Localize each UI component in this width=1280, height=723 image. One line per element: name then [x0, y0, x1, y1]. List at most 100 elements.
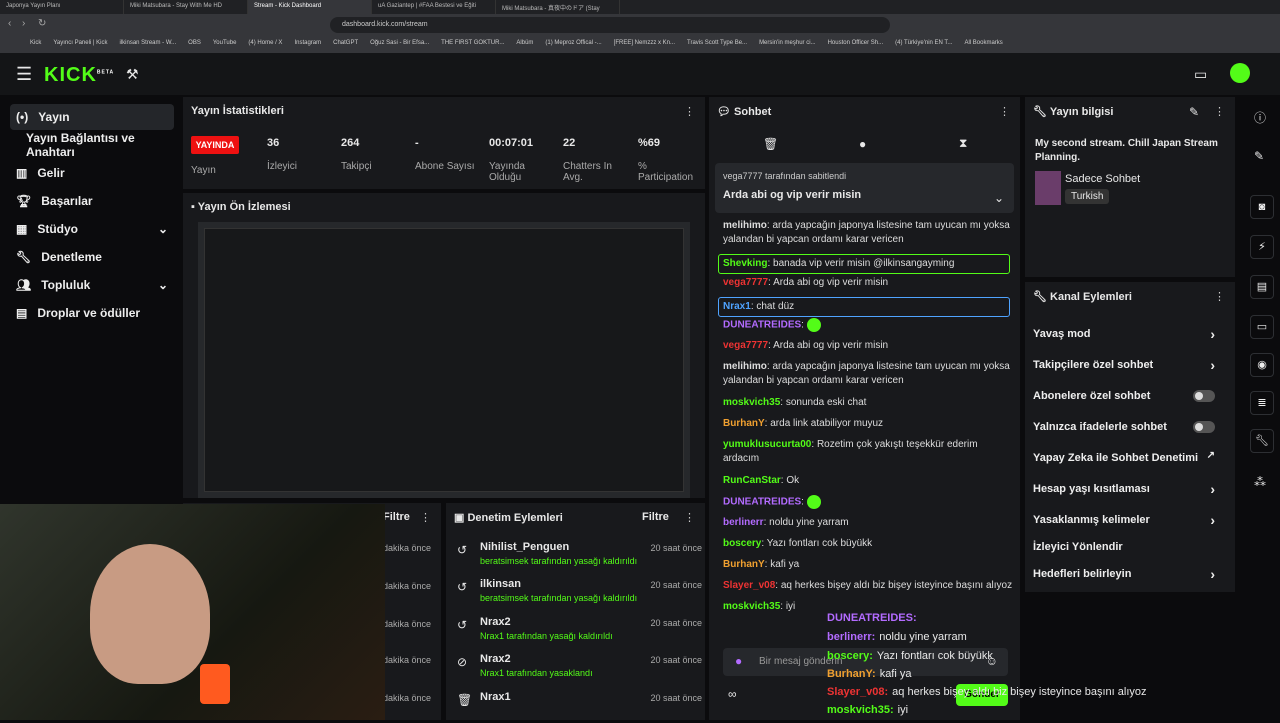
- chat-username[interactable]: BurhanY: [723, 418, 765, 429]
- bookmark[interactable]: Houston Officer Sh...: [828, 40, 884, 49]
- chat-message[interactable]: BurhanY: kafi ya: [723, 558, 1013, 572]
- pinned-message[interactable]: vega7777 tarafından sabitlendi Arda abi …: [715, 163, 1014, 213]
- action-followers-only[interactable]: Takipçilere özel sohbet ›: [1033, 357, 1215, 373]
- forward-icon[interactable]: ›: [22, 18, 25, 29]
- mod-row[interactable]: ↺ Nrax2 Nrax1 tarafından yasağı kaldırıldı…: [452, 612, 702, 648]
- dots-icon[interactable]: ⁂: [1254, 475, 1266, 489]
- chat-username[interactable]: moskvich35: [723, 601, 780, 612]
- chat-message[interactable]: Shevking: banada vip verir misin @ilkins…: [718, 254, 1010, 274]
- action-account-age[interactable]: Hesap yaşı kısıtlaması ›: [1033, 481, 1215, 497]
- bookmark[interactable]: Oğuz Sasi - Bir Efsa...: [370, 40, 429, 49]
- chat-username[interactable]: BurhanY: [723, 559, 765, 570]
- nav-yayin[interactable]: (•) Yayın: [10, 104, 174, 130]
- avatar[interactable]: [1230, 63, 1250, 83]
- more-icon[interactable]: ⋮: [1214, 290, 1225, 303]
- trash-icon[interactable]: 🗑︎: [763, 137, 778, 151]
- wrench-icon[interactable]: 🔧︎: [1250, 429, 1274, 453]
- bookmark[interactable]: ChatGPT: [333, 40, 358, 49]
- chat-message[interactable]: yumuklusucurta00: Rozetim çok yakıştı te…: [723, 438, 1013, 466]
- toggle-switch[interactable]: [1193, 421, 1215, 433]
- filter-button[interactable]: Filtre: [642, 511, 669, 523]
- pencil-icon[interactable]: ✎: [1254, 149, 1264, 163]
- chat-message[interactable]: vega7777: Arda abi og vip verir misin: [723, 276, 1013, 290]
- mod-row[interactable]: ↺ Nihilist_Penguen beratsimsek tarafından …: [452, 537, 702, 573]
- browser-tab[interactable]: uA Gaziantep | #FAA Bestesi ve Eğiti: [372, 0, 496, 14]
- nav-basarilar[interactable]: 🏆︎ Başarılar: [10, 188, 174, 214]
- chat-username[interactable]: Nrax1: [723, 301, 751, 312]
- chat-message[interactable]: RunCanStar: Ok: [723, 474, 1013, 488]
- browser-tab[interactable]: Miki Matsubara - 真夜中のドア (Stay: [496, 0, 620, 14]
- chevron-down-icon[interactable]: ⌄: [994, 191, 1004, 205]
- mod-row[interactable]: ⊘ Nrax2 Nrax1 tarafından yasaklandı 20 saat…: [452, 649, 702, 685]
- chat-username[interactable]: Shevking: [723, 258, 767, 269]
- browser-tab[interactable]: Miki Matsubara - Stay With Me HD: [124, 0, 248, 14]
- broadcast-icon[interactable]: ◉: [1250, 353, 1274, 377]
- filter-label[interactable]: Filtre: [383, 511, 410, 523]
- bookmark[interactable]: ilkinsan Stream - W...: [119, 40, 176, 49]
- action-banned-words[interactable]: Yasaklanmış kelimeler ›: [1033, 512, 1215, 528]
- chat-message[interactable]: DUNEATREIDES:: [723, 318, 1013, 333]
- chat-username[interactable]: yumuklusucurta00: [723, 439, 811, 450]
- camera-icon[interactable]: ◙: [1250, 195, 1274, 219]
- chat-username[interactable]: Slayer_v08: [723, 580, 775, 591]
- edit-icon[interactable]: ✎: [1189, 105, 1199, 119]
- category-name[interactable]: Sadece Sohbet: [1065, 173, 1140, 185]
- chat-username[interactable]: melihimo: [723, 220, 767, 231]
- more-icon[interactable]: ⋮: [999, 105, 1010, 118]
- document-icon[interactable]: ▤: [1250, 275, 1274, 299]
- hammer-icon[interactable]: ⚒: [126, 66, 139, 83]
- bookmark[interactable]: Kick: [30, 40, 41, 49]
- chat-username[interactable]: vega7777: [723, 277, 768, 288]
- bookmark[interactable]: Albüm: [516, 40, 533, 49]
- bookmark[interactable]: Yayıncı Paneli | Kick: [53, 40, 107, 49]
- action-raid[interactable]: İzleyici Yönlendir: [1033, 541, 1215, 553]
- inbox-icon[interactable]: ▭: [1194, 66, 1207, 83]
- more-icon[interactable]: ⋮: [1214, 105, 1225, 118]
- nav-gelir[interactable]: ▥ Gelir: [10, 160, 174, 186]
- lightning-icon[interactable]: ⚡︎: [1250, 235, 1274, 259]
- action-ai-moderation[interactable]: Yapay Zeka ile Sohbet Denetimi ↗: [1033, 450, 1215, 464]
- chat-message[interactable]: berlinerr: noldu yine yarram: [723, 516, 1013, 530]
- mod-row[interactable]: ↺ ilkinsan beratsimsek tarafından yasağı k…: [452, 574, 702, 610]
- bookmark[interactable]: (1) Meproz Offical -...: [545, 40, 601, 49]
- back-icon[interactable]: ‹: [8, 18, 11, 29]
- chat-message[interactable]: melihimo: arda yapcağın japonya listesin…: [723, 219, 1013, 247]
- chat-icon[interactable]: ▭: [1250, 315, 1274, 339]
- hourglass-icon[interactable]: ⧗: [959, 136, 967, 151]
- action-slow-mode[interactable]: Yavaş mod ›: [1033, 326, 1215, 342]
- bookmark[interactable]: (4) Home / X: [248, 40, 282, 49]
- reload-icon[interactable]: ↻: [38, 18, 46, 29]
- chat-username[interactable]: boscery: [723, 538, 761, 549]
- chat-username[interactable]: RunCanStar: [723, 475, 781, 486]
- browser-tab[interactable]: Japonya Yayın Planı: [0, 0, 124, 14]
- more-icon[interactable]: ⋮: [684, 105, 695, 118]
- stream-preview[interactable]: [198, 222, 690, 498]
- chat-username[interactable]: DUNEATREIDES: [723, 497, 801, 508]
- menu-icon[interactable]: ☰: [16, 64, 32, 85]
- bookmark[interactable]: OBS: [188, 40, 201, 49]
- mod-row[interactable]: 🗑︎ Nrax1 20 saat önce: [452, 687, 702, 723]
- chat-message[interactable]: vega7777: Arda abi og vip verir misin: [723, 339, 1013, 353]
- action-goals[interactable]: Hedefleri belirleyin ›: [1033, 566, 1215, 582]
- bookmark[interactable]: YouTube: [213, 40, 237, 49]
- chat-username[interactable]: berlinerr: [723, 517, 764, 528]
- chat-message[interactable]: BurhanY: arda link atabiliyor muyuz: [723, 417, 1013, 431]
- toggle-switch[interactable]: [1193, 390, 1215, 402]
- bookmark[interactable]: [FREE] Nemzzz x Kn...: [614, 40, 675, 49]
- chat-message[interactable]: melihimo: arda yapcağın japonya listesin…: [723, 360, 1013, 388]
- bubble-icon[interactable]: ●: [859, 137, 866, 151]
- nav-denetleme[interactable]: 🔧︎ Denetleme: [10, 244, 174, 270]
- chat-message[interactable]: boscery: Yazı fontları cok büyükk: [723, 537, 1013, 551]
- chat-username[interactable]: DUNEATREIDES: [723, 320, 801, 331]
- chat-message[interactable]: moskvich35: sonunda eski chat: [723, 396, 1013, 410]
- nav-droplar[interactable]: ▤ Droplar ve ödüller: [10, 300, 174, 326]
- bookmark[interactable]: All Bookmarks: [964, 40, 1002, 49]
- chat-username[interactable]: vega7777: [723, 340, 768, 351]
- nav-studyo[interactable]: ▦ Stüdyo ⌄: [10, 216, 174, 242]
- action-subs-only[interactable]: Abonelere özel sohbet: [1033, 390, 1215, 402]
- more-icon[interactable]: ⋮: [684, 511, 695, 524]
- chat-message[interactable]: DUNEATREIDES:: [723, 495, 1013, 510]
- bookmark[interactable]: Instagram: [294, 40, 321, 49]
- bookmark[interactable]: THE FIRST GOKTUR...: [441, 40, 504, 49]
- list-icon[interactable]: ≣: [1250, 391, 1274, 415]
